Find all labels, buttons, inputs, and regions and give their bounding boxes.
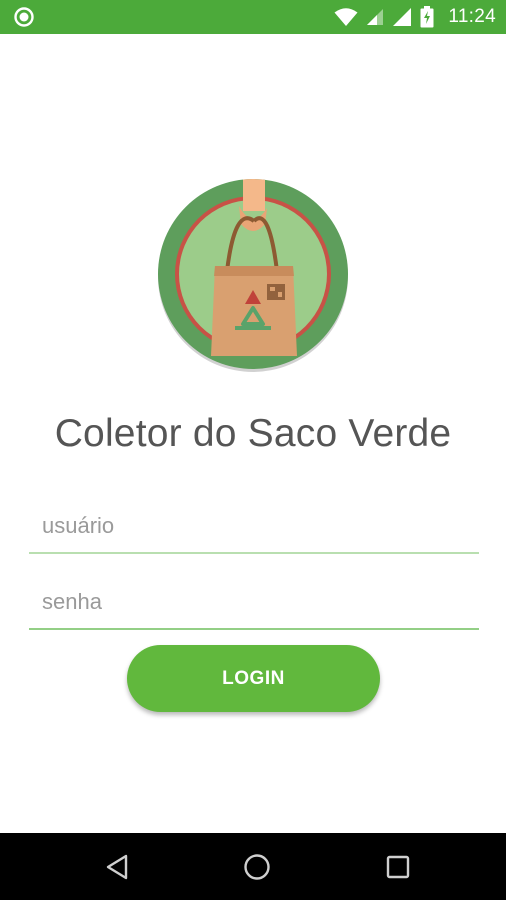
battery-charging-icon — [420, 6, 434, 28]
home-icon[interactable] — [241, 851, 273, 883]
back-icon[interactable] — [101, 851, 133, 883]
navigation-bar — [0, 833, 506, 900]
login-screen: 11:24 Coletor do Saco Verde usuário LOGI… — [0, 0, 506, 900]
signal-icon — [366, 8, 384, 26]
password-input[interactable] — [29, 576, 479, 628]
recycle-bag-logo-icon — [155, 176, 351, 376]
status-time: 11:24 — [448, 6, 496, 27]
app-title: Coletor do Saco Verde — [54, 412, 452, 455]
username-input[interactable] — [29, 500, 479, 552]
password-field[interactable] — [29, 576, 479, 630]
signal-icon — [392, 7, 412, 27]
recents-icon[interactable] — [382, 851, 414, 883]
app-notification-icon — [14, 7, 34, 27]
wifi-icon — [334, 7, 358, 27]
status-bar: 11:24 — [0, 0, 506, 34]
username-field[interactable] — [29, 500, 479, 554]
login-button[interactable]: LOGIN — [127, 645, 380, 712]
